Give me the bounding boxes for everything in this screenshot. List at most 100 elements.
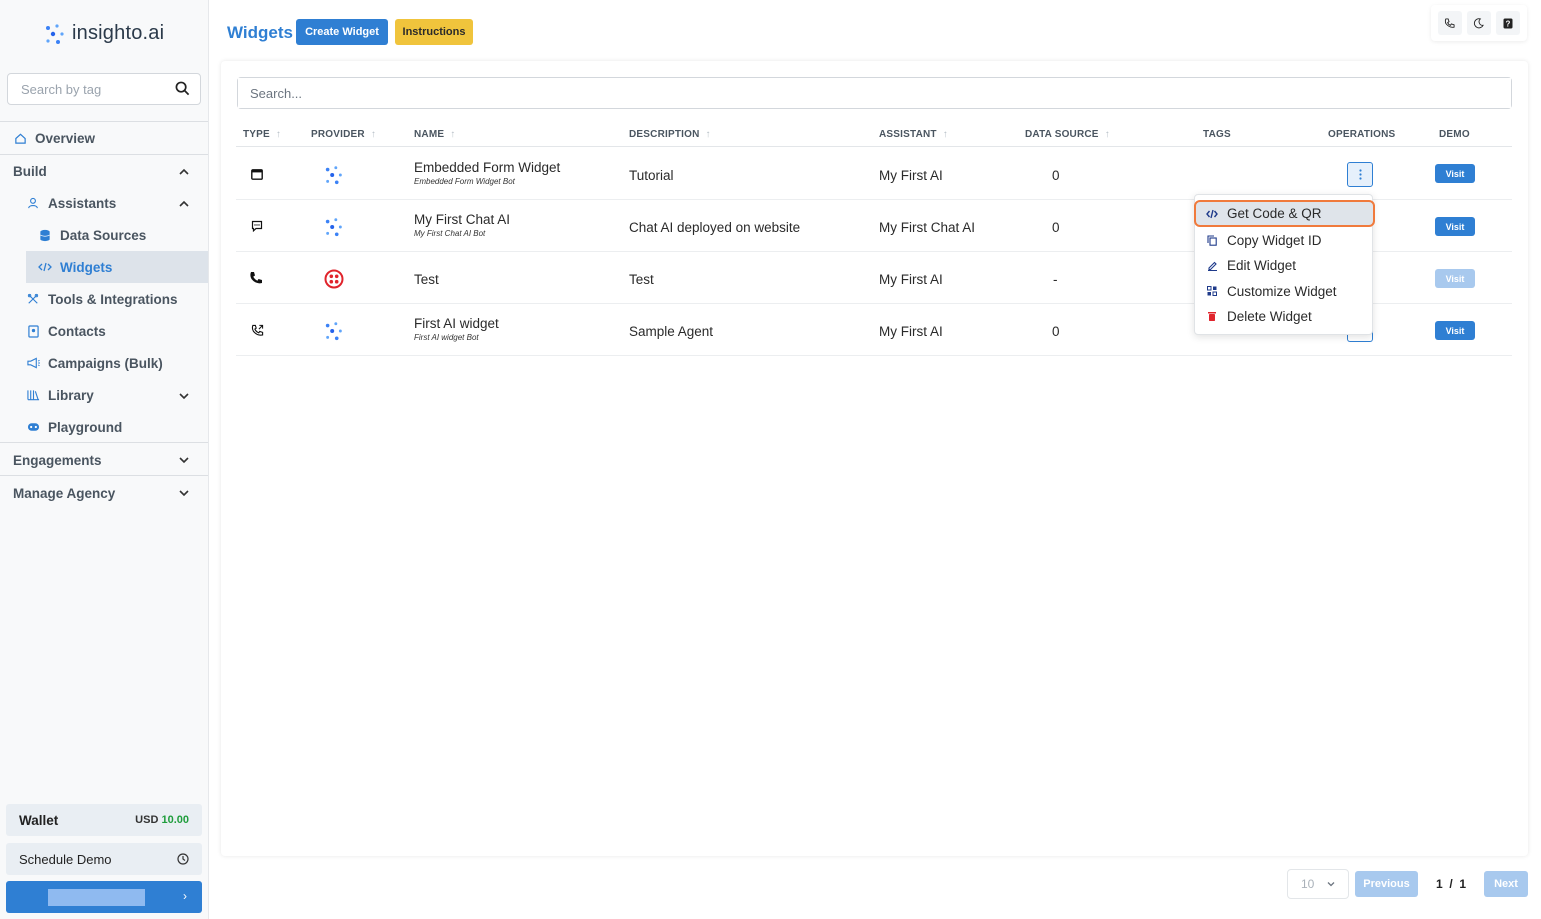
page-size-value: 10	[1301, 877, 1315, 891]
menu-item-copy-id-label: Copy Widget ID	[1227, 232, 1322, 248]
column-header-type[interactable]: TYPE ↑	[243, 129, 281, 140]
visit-button[interactable]: Visit	[1435, 269, 1475, 288]
widget-description: Test	[629, 272, 654, 287]
moon-icon[interactable]	[1466, 11, 1491, 35]
column-header-data-source-label: DATA SOURCE	[1025, 129, 1099, 140]
phone-icon[interactable]	[1437, 11, 1462, 35]
chevron-up-icon[interactable]	[177, 165, 191, 179]
nav-campaigns[interactable]: Campaigns (Bulk)	[26, 351, 163, 375]
instructions-button[interactable]: Instructions	[395, 19, 473, 45]
column-header-demo-label: DEMO	[1439, 129, 1470, 140]
widget-description: Tutorial	[629, 168, 674, 183]
tools-icon	[26, 292, 40, 306]
column-header-tags-label: TAGS	[1203, 129, 1231, 140]
phone-icon	[249, 271, 263, 285]
wallet-currency: USD	[135, 814, 159, 826]
menu-item-delete-label: Delete Widget	[1227, 308, 1312, 324]
insighto-logo-icon	[325, 322, 342, 341]
column-header-data-source[interactable]: DATA SOURCE ↑	[1025, 129, 1110, 140]
column-header-provider-label: PROVIDER	[311, 129, 365, 140]
nav-library[interactable]: Library	[26, 383, 94, 407]
column-header-description[interactable]: DESCRIPTION ↑	[629, 129, 711, 140]
help-icon[interactable]: ?	[1496, 11, 1521, 35]
copy-icon	[1206, 234, 1218, 246]
nav-overview-label: Overview	[35, 130, 96, 146]
widget-name-cell: Test	[414, 272, 439, 287]
nav-overview[interactable]: Overview	[13, 126, 95, 150]
menu-item-get-code[interactable]: Get Code & QR	[1194, 200, 1375, 227]
nav-contacts[interactable]: Contacts	[26, 319, 106, 343]
trash-icon	[1206, 310, 1218, 322]
menu-item-edit-label: Edit Widget	[1227, 257, 1297, 273]
widget-name-cell: Embedded Form Widget Embedded Form Widge…	[414, 160, 560, 186]
menu-item-delete[interactable]: Delete Widget	[1196, 304, 1373, 328]
nav-data-sources[interactable]: Data Sources	[38, 223, 146, 247]
home-icon	[13, 131, 27, 145]
form-window-icon	[250, 167, 264, 181]
chevron-down-icon[interactable]	[177, 389, 191, 403]
menu-item-copy-id[interactable]: Copy Widget ID	[1196, 228, 1373, 252]
widget-bot-name: Embedded Form Widget Bot	[414, 177, 515, 186]
widget-description: Chat AI deployed on website	[629, 220, 801, 235]
nav-campaigns-label: Campaigns (Bulk)	[48, 355, 163, 371]
nav-tools[interactable]: Tools & Integrations	[26, 287, 178, 311]
column-header-assistant-label: ASSISTANT	[879, 129, 937, 140]
brand-logo[interactable]: insighto.ai	[44, 22, 164, 45]
chevron-right-icon: ›	[183, 889, 187, 903]
widget-data-source: -	[1053, 272, 1058, 287]
grid-icon	[1206, 285, 1218, 297]
page-size-select[interactable]: 10	[1287, 869, 1349, 899]
chevron-up-icon[interactable]	[177, 197, 191, 211]
clock-icon	[177, 853, 189, 865]
wallet[interactable]: Wallet USD 10.00	[6, 804, 202, 836]
nav-assistants[interactable]: Assistants	[26, 191, 116, 215]
column-header-demo: DEMO	[1439, 129, 1470, 140]
phone-call-icon	[250, 323, 264, 337]
sort-arrow-icon: ↑	[705, 129, 711, 140]
nav-section-engagements[interactable]: Engagements	[13, 453, 102, 468]
column-header-name[interactable]: NAME ↑	[414, 129, 455, 140]
profile-button[interactable]: ›	[6, 881, 202, 913]
menu-item-customize-label: Customize Widget	[1227, 283, 1337, 299]
sort-arrow-icon: ↑	[1104, 129, 1110, 140]
visit-button[interactable]: Visit	[1435, 164, 1475, 183]
tag-search-input[interactable]	[8, 74, 168, 104]
visit-button[interactable]: Visit	[1435, 217, 1475, 236]
widget-assistant: My First AI	[879, 168, 943, 183]
wallet-label: Wallet	[19, 812, 59, 828]
search-icon[interactable]	[175, 81, 190, 101]
widget-search-input[interactable]	[238, 78, 1511, 108]
menu-item-customize[interactable]: Customize Widget	[1196, 279, 1373, 303]
divider	[0, 154, 208, 155]
previous-page-button[interactable]: Previous	[1355, 871, 1418, 897]
widget-name: First AI widget	[414, 316, 499, 331]
menu-item-get-code-label: Get Code & QR	[1227, 206, 1322, 221]
pencil-icon	[1206, 259, 1218, 271]
next-page-button[interactable]: Next	[1484, 871, 1528, 897]
menu-item-edit[interactable]: Edit Widget	[1196, 253, 1373, 277]
chevron-down-icon[interactable]	[177, 486, 191, 500]
nav-data-sources-label: Data Sources	[60, 227, 147, 243]
widget-name: My First Chat AI	[414, 212, 511, 227]
nav-playground[interactable]: Playground	[26, 415, 122, 439]
column-header-type-label: TYPE	[243, 129, 270, 140]
divider	[0, 475, 208, 476]
schedule-demo-button[interactable]: Schedule Demo	[6, 843, 202, 875]
insighto-logo-icon	[46, 23, 64, 44]
operations-menu-button[interactable]	[1347, 162, 1373, 187]
create-widget-button[interactable]: Create Widget	[296, 19, 388, 45]
column-header-provider[interactable]: PROVIDER ↑	[311, 129, 376, 140]
chevron-down-icon	[1327, 882, 1335, 887]
nav-widgets[interactable]: Widgets	[38, 255, 112, 279]
visit-button[interactable]: Visit	[1435, 321, 1475, 340]
column-header-operations: OPERATIONS	[1328, 129, 1395, 140]
widget-bot-name: First AI widget Bot	[414, 333, 479, 342]
user-icon	[26, 196, 40, 210]
chevron-down-icon[interactable]	[177, 453, 191, 467]
header-divider	[236, 146, 1512, 147]
page-title: Widgets	[227, 23, 293, 42]
nav-section-manage-agency[interactable]: Manage Agency	[13, 486, 115, 501]
widget-data-source: 0	[1052, 220, 1060, 235]
column-header-assistant[interactable]: ASSISTANT ↑	[879, 129, 948, 140]
nav-section-build[interactable]: Build	[13, 164, 47, 179]
